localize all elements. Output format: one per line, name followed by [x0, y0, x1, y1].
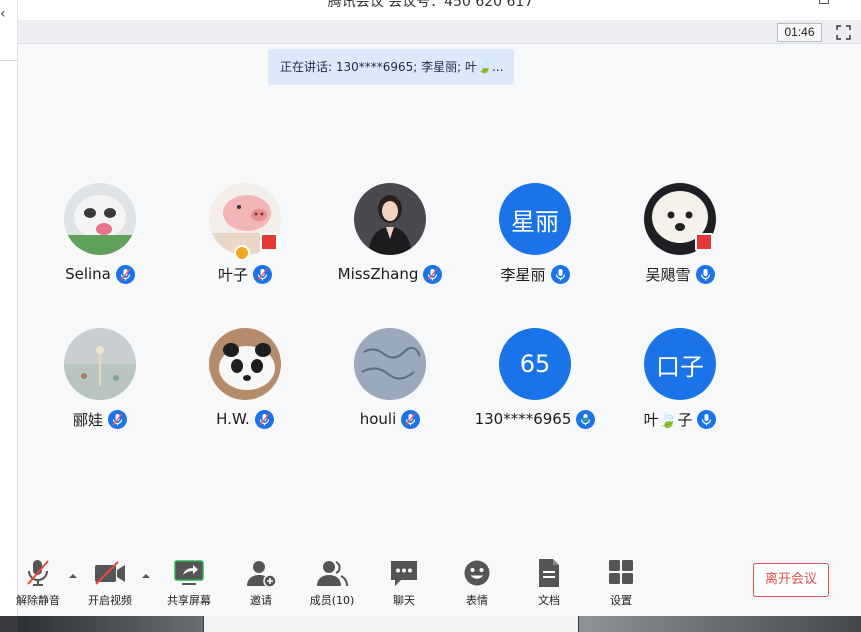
participant-name: MissZhang [337, 265, 419, 283]
participant-name: 郦娃 [72, 410, 103, 429]
participant-tile[interactable]: 口子 叶🍃子 [615, 328, 745, 438]
participant-name-row: 吴飓雪 [615, 263, 745, 285]
chat-icon [388, 558, 420, 588]
mic-icon [695, 264, 715, 284]
participant-tile[interactable]: MissZhang [325, 183, 455, 293]
participant-tile[interactable]: 郦娃 [35, 328, 165, 438]
camera-off-icon [94, 558, 126, 588]
participant-name-row: 叶🍃子 [615, 408, 745, 430]
reactions-button[interactable]: 表情 [442, 548, 512, 616]
avatar: 65 [499, 328, 571, 400]
participant-name-row: 叶子 [180, 263, 310, 285]
invite-button[interactable]: 邀请 [226, 548, 296, 616]
avatar [354, 183, 426, 255]
participant-tile[interactable]: houli [325, 328, 455, 438]
mic-muted-icon [254, 409, 274, 429]
mic-muted-icon [253, 264, 272, 284]
participant-tile[interactable]: 叶子 [180, 183, 310, 293]
participant-name-row: houli [325, 408, 455, 430]
participant-tile[interactable]: 星丽 李星丽 [470, 183, 600, 293]
host-badge-icon [234, 245, 250, 261]
participant-name: 叶子 [217, 265, 248, 284]
flag-badge-icon [695, 233, 713, 251]
leave-meeting-button[interactable]: 离开会议 [753, 563, 829, 597]
settings-button[interactable]: 设置 [586, 548, 656, 616]
video-strip-gap [204, 616, 578, 632]
participant-name-row: Selina [35, 263, 165, 285]
unmute-button[interactable]: 解除静音 [3, 548, 73, 616]
start-video-button[interactable]: 开启视频 [75, 548, 145, 616]
participant-name: 吴飓雪 [645, 265, 691, 284]
participant-name-row: H.W. [180, 408, 310, 430]
participant-tile[interactable]: Selina [35, 183, 165, 293]
video-thumbnail[interactable] [18, 616, 203, 632]
participant-name: 叶🍃子 [643, 410, 693, 429]
document-icon [533, 558, 565, 588]
mic-muted-icon [22, 558, 54, 588]
title-bar: 腾讯会议 会议号：450 620 617 [0, 0, 861, 20]
flag-badge-icon [260, 233, 278, 251]
members-icon [316, 558, 348, 588]
participant-name-row: 李星丽 [470, 263, 600, 285]
members-button[interactable]: 成员(10) [297, 548, 367, 616]
participant-name: Selina [65, 265, 111, 283]
status-bar [18, 20, 861, 44]
avatar: 口子 [644, 328, 716, 400]
participant-tile[interactable]: 65 130****6965 [470, 328, 600, 438]
video-thumbnail[interactable] [579, 616, 861, 632]
left-panel: ‹ [0, 0, 18, 632]
mic-icon [697, 409, 717, 429]
participant-name: 李星丽 [500, 265, 546, 284]
chevron-left-icon[interactable]: ‹ [0, 6, 6, 22]
share-screen-button[interactable]: 共享屏幕 [154, 548, 224, 616]
mic-muted-icon [401, 409, 421, 429]
speaking-banner: 正在讲话: 130****6965; 李星丽; 叶🍃... [268, 49, 514, 85]
settings-label: 设置 [610, 594, 632, 607]
participant-name: houli [359, 410, 397, 428]
share-screen-icon [173, 558, 205, 588]
fullscreen-icon[interactable] [836, 25, 851, 40]
participant-name-row: 郦娃 [35, 408, 165, 430]
mic-muted-icon [108, 409, 127, 429]
mic-icon [550, 264, 570, 284]
grid-settings-icon [605, 558, 637, 588]
smile-icon [461, 558, 493, 588]
bottom-toolbar: 解除静音 开启视频 共享屏幕 邀请 成员(10) 聊天 表情 文档 设置 [16, 548, 861, 616]
participant-tile[interactable]: H.W. [180, 328, 310, 438]
divider [0, 60, 18, 61]
participant-tile[interactable]: 吴飓雪 [615, 183, 745, 293]
video-strip [0, 616, 861, 632]
window-title: 腾讯会议 会议号：450 620 617 [327, 0, 534, 10]
close-icon[interactable] [846, 0, 856, 4]
caret-up-icon[interactable] [141, 568, 151, 578]
participant-name-row: 130****6965 [470, 408, 600, 430]
participant-name: H.W. [216, 410, 250, 428]
participant-name-row: MissZhang [325, 263, 455, 285]
avatar [64, 183, 136, 255]
maximize-icon[interactable] [819, 0, 829, 4]
chat-button[interactable]: 聊天 [369, 548, 439, 616]
start-video-label: 开启视频 [88, 594, 132, 607]
avatar [64, 328, 136, 400]
avatar [209, 328, 281, 400]
meeting-timer: 01:46 [777, 23, 822, 42]
mic-muted-icon [423, 264, 443, 284]
mic-muted-icon [115, 264, 135, 284]
docs-button[interactable]: 文档 [514, 548, 584, 616]
avatar: 星丽 [499, 183, 571, 255]
add-user-icon [245, 558, 277, 588]
participant-name: 130****6965 [474, 410, 572, 428]
avatar [354, 328, 426, 400]
mic-speaking-icon [576, 409, 596, 429]
